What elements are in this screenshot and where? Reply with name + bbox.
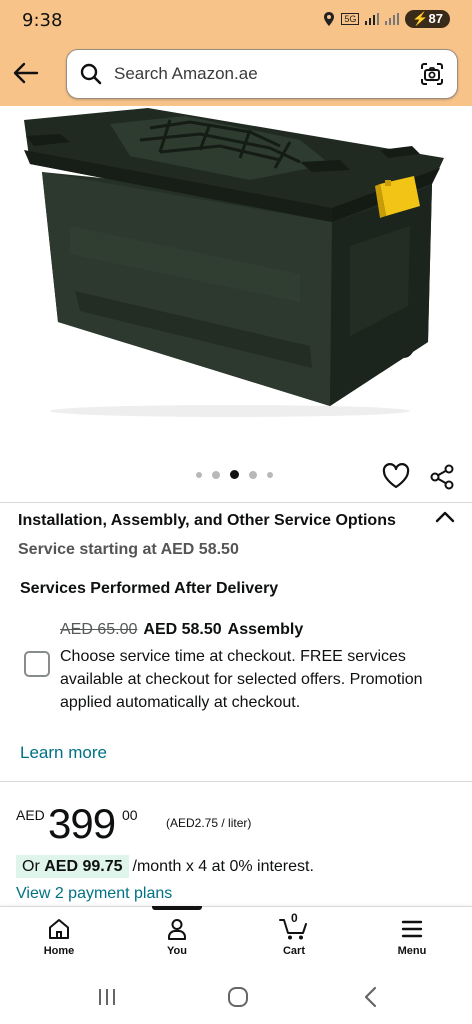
nav-menu-label: Menu xyxy=(397,945,427,957)
home-circle-icon[interactable] xyxy=(227,986,249,1008)
carousel-indicator xyxy=(196,470,273,479)
search-icon xyxy=(80,63,102,85)
search-placeholder: Search Amazon.ae xyxy=(114,64,258,83)
share-button[interactable] xyxy=(428,463,456,496)
back-arrow-icon xyxy=(13,62,39,84)
nav-home[interactable]: Home xyxy=(19,917,99,957)
carousel-dot[interactable] xyxy=(212,470,220,479)
nav-menu[interactable]: Menu xyxy=(372,917,452,957)
location-icon xyxy=(324,12,335,26)
services-title: Installation, Assembly, and Other Servic… xyxy=(18,512,396,529)
storage-trunk-image xyxy=(24,108,444,417)
carousel-dot-active[interactable] xyxy=(230,470,239,479)
status-time: 9:38 xyxy=(22,10,63,31)
cart-count: 0 xyxy=(291,911,298,925)
menu-icon xyxy=(401,920,423,938)
service-starting-price: Service starting at AED 58.50 xyxy=(18,541,239,558)
learn-more-link[interactable]: Learn more xyxy=(20,743,107,763)
price-currency: AED xyxy=(16,807,45,823)
battery-level: 87 xyxy=(428,11,443,26)
divider xyxy=(0,502,472,503)
network-label: 5G xyxy=(341,13,360,25)
heart-icon xyxy=(382,463,410,489)
installment-offer: Or AED 99.75/month x 4 at 0% interest. xyxy=(16,855,314,878)
unit-price: (AED2.75 / liter) xyxy=(166,816,252,830)
status-icons: 5G ⚡87 xyxy=(323,10,450,28)
nav-home-label: Home xyxy=(43,945,75,957)
installment-highlight: Or AED 99.75 xyxy=(16,855,129,878)
price-whole: 399 xyxy=(48,800,116,847)
wishlist-button[interactable] xyxy=(382,463,410,494)
service-type: Assembly xyxy=(227,621,304,638)
original-price: AED 65.00 xyxy=(60,621,138,638)
bottom-nav: Home You 0 Cart Menu xyxy=(0,906,472,972)
search-input[interactable]: Search Amazon.ae xyxy=(66,49,458,99)
price-fraction: 00 xyxy=(122,807,138,823)
carousel-dot[interactable] xyxy=(249,470,257,479)
assembly-offer: AED 65.00 AED 58.50 Assembly xyxy=(60,621,303,639)
camera-search-icon[interactable] xyxy=(419,61,445,87)
system-back-icon[interactable] xyxy=(362,986,380,1008)
product-image[interactable] xyxy=(0,106,472,500)
signal-icon-2 xyxy=(385,13,400,25)
discounted-price: AED 58.50 xyxy=(143,621,222,638)
divider xyxy=(0,781,472,782)
carousel-dot[interactable] xyxy=(267,471,273,478)
person-icon xyxy=(168,919,186,940)
assembly-service-checkbox[interactable] xyxy=(24,651,50,677)
carousel-dot[interactable] xyxy=(196,471,202,478)
services-after-delivery-heading: Services Performed After Delivery xyxy=(20,580,279,597)
home-icon xyxy=(49,919,69,939)
payment-plans-link[interactable]: View 2 payment plans xyxy=(16,885,172,903)
nav-cart-label: Cart xyxy=(282,945,305,957)
installment-prefix: Or xyxy=(22,858,40,875)
share-icon xyxy=(430,464,454,490)
system-nav-bar xyxy=(0,972,472,1024)
nav-cart[interactable]: 0 Cart xyxy=(254,911,334,957)
service-description: Choose service time at checkout. FREE se… xyxy=(60,648,423,711)
nav-you[interactable]: You xyxy=(137,917,217,957)
battery-indicator: ⚡87 xyxy=(405,10,450,28)
recent-apps-icon[interactable] xyxy=(96,986,118,1008)
nav-you-label: You xyxy=(167,945,187,957)
active-tab-indicator xyxy=(152,906,202,910)
back-button[interactable] xyxy=(10,57,42,89)
chevron-up-icon xyxy=(435,511,455,523)
header-bar: 9:38 5G ⚡87 Search Amazon.ae xyxy=(0,0,472,106)
signal-icon xyxy=(365,13,380,25)
installment-terms: /month x 4 at 0% interest. xyxy=(132,858,314,875)
collapse-button[interactable] xyxy=(434,509,456,530)
installment-amount: AED 99.75 xyxy=(44,858,123,875)
